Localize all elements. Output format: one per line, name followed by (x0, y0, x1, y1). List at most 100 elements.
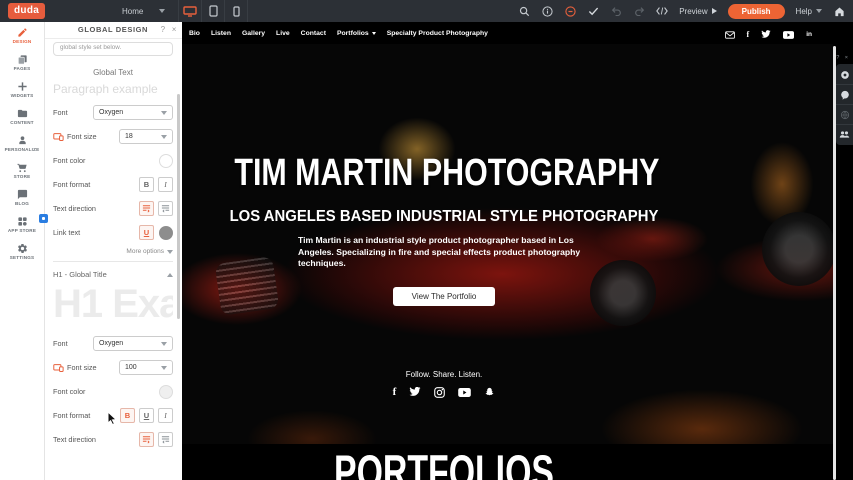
dashboard-home-button[interactable] (833, 5, 845, 17)
hero-paragraph: Tim Martin is an industrial style produc… (298, 235, 590, 270)
view-portfolio-button[interactable]: View The Portfolio (393, 287, 496, 306)
youtube-icon[interactable] (783, 31, 794, 39)
panel-help-button[interactable]: ? (161, 22, 166, 38)
person-icon (17, 135, 28, 146)
nav-item-listen[interactable]: Listen (211, 30, 231, 37)
sidebar-label: APP STORE (8, 228, 36, 233)
h1-font-size-label: Font size (53, 363, 97, 372)
sidebar-item-personalize[interactable]: PERSONALIZE (0, 130, 44, 157)
font-size-row: Font size 18 (53, 129, 173, 144)
check-icon (588, 6, 599, 16)
h1-direction-ltr-button[interactable] (139, 432, 154, 447)
sidebar-label: STORE (14, 174, 31, 179)
global-design-panel: GLOBAL DESIGN ? × global style set below… (44, 22, 182, 480)
mobile-view-button[interactable] (224, 0, 248, 22)
responsive-devices-icon (53, 364, 64, 372)
h1-font-color-swatch[interactable] (159, 385, 173, 399)
link-color-swatch[interactable] (159, 226, 173, 240)
app-store-badge (39, 214, 48, 223)
redo-button[interactable] (633, 5, 645, 17)
h1-italic-button[interactable]: I (158, 408, 173, 423)
sidebar-item-content[interactable]: CONTENT (0, 103, 44, 130)
h1-font-format-label: Font format (53, 411, 90, 420)
sidebar-label: PAGES (14, 66, 31, 71)
h1-font-size-select[interactable]: 100 (119, 360, 173, 375)
follow-text: Follow. Share. Listen. (182, 370, 706, 379)
direction-ltr-button[interactable] (139, 201, 154, 216)
h1-font-format-row: Font format B U I (53, 408, 173, 423)
text-direction-row: Text direction (53, 201, 173, 216)
desktop-view-button[interactable] (178, 0, 201, 22)
bold-button[interactable]: B (139, 177, 154, 192)
cart-icon (17, 162, 28, 173)
h1-font-row: Font Oxygen (53, 336, 173, 351)
info-button[interactable] (541, 5, 553, 17)
duda-logo[interactable]: duda (8, 3, 45, 19)
facebook-icon[interactable]: f (393, 386, 397, 398)
sidebar-item-settings[interactable]: SETTINGS (0, 238, 44, 265)
dev-mode-button[interactable] (656, 5, 668, 17)
h1-font-select[interactable]: Oxygen (93, 336, 173, 351)
tablet-view-button[interactable] (201, 0, 224, 22)
h1-section-header[interactable]: H1 - Global Title (53, 270, 173, 279)
preview-label: Preview (679, 7, 707, 16)
globe-button[interactable] (836, 105, 853, 125)
publish-button[interactable]: Publish (728, 4, 785, 19)
team-button[interactable] (836, 125, 853, 144)
nav-item-live[interactable]: Live (276, 30, 290, 37)
h1-bold-button[interactable]: B (120, 408, 135, 423)
undo-button[interactable] (610, 5, 622, 17)
sidebar-item-store[interactable]: STORE (0, 157, 44, 184)
twitter-icon[interactable] (761, 30, 771, 39)
nav-item-specialty[interactable]: Specialty Product Photography (387, 30, 488, 37)
h1-font-label: Font (53, 339, 68, 348)
sidebar-item-blog[interactable]: BLOG (0, 184, 44, 211)
preview-button[interactable]: Preview (679, 7, 716, 16)
panel-close-button[interactable]: × (172, 22, 177, 38)
nav-item-contact[interactable]: Contact (301, 30, 326, 37)
snapchat-icon[interactable] (484, 387, 495, 398)
italic-button[interactable]: I (158, 177, 173, 192)
page-selector[interactable]: Home (122, 0, 165, 22)
sidebar-item-design[interactable]: DESIGN (0, 22, 44, 49)
font-color-swatch[interactable] (159, 154, 173, 168)
capture-button[interactable] (836, 65, 853, 85)
search-button[interactable] (518, 5, 530, 17)
linkedin-icon[interactable]: in (806, 31, 812, 38)
search-icon (519, 6, 530, 17)
font-select[interactable]: Oxygen (93, 105, 173, 120)
facebook-icon[interactable]: f (747, 30, 750, 39)
sidebar-item-widgets[interactable]: WIDGETS (0, 76, 44, 103)
redo-icon (634, 6, 645, 16)
nav-item-portfolios[interactable]: Portfolios (337, 30, 376, 37)
h1-direction-rtl-button[interactable] (158, 432, 173, 447)
help-label: Help (796, 7, 812, 16)
text-direction-label: Text direction (53, 204, 96, 213)
link-underline-button[interactable]: U (139, 225, 154, 240)
direction-rtl-button[interactable] (158, 201, 173, 216)
font-size-value: 18 (125, 133, 133, 140)
panel-scrollbar[interactable] (177, 94, 180, 319)
more-options-link[interactable]: More options (53, 248, 173, 255)
youtube-icon[interactable] (458, 388, 471, 397)
twitter-icon[interactable] (409, 387, 421, 397)
nav-item-gallery[interactable]: Gallery (242, 30, 265, 37)
sidebar-item-pages[interactable]: PAGES (0, 49, 44, 76)
panel-header: GLOBAL DESIGN ? × (44, 22, 182, 39)
globe-icon (840, 110, 850, 120)
font-size-select[interactable]: 18 (119, 129, 173, 144)
save-check-button[interactable] (587, 5, 599, 17)
instagram-icon[interactable] (434, 387, 445, 398)
panel-title: GLOBAL DESIGN (78, 25, 148, 34)
font-format-row: Font format B I (53, 177, 173, 192)
comments-button[interactable] (836, 85, 853, 105)
help-menu[interactable]: Help (796, 7, 822, 16)
nav-item-bio[interactable]: Bio (189, 30, 200, 37)
email-icon[interactable] (725, 31, 735, 39)
status-button[interactable] (564, 5, 576, 17)
h1-font-size-row: Font size 100 (53, 360, 173, 375)
camera-icon (840, 70, 850, 80)
h1-underline-button[interactable]: U (139, 408, 154, 423)
editor-sidebar: DESIGN PAGES WIDGETS CONTENT PERSONALIZE… (0, 22, 45, 480)
sidebar-item-app-store[interactable]: APP STORE (0, 211, 44, 238)
